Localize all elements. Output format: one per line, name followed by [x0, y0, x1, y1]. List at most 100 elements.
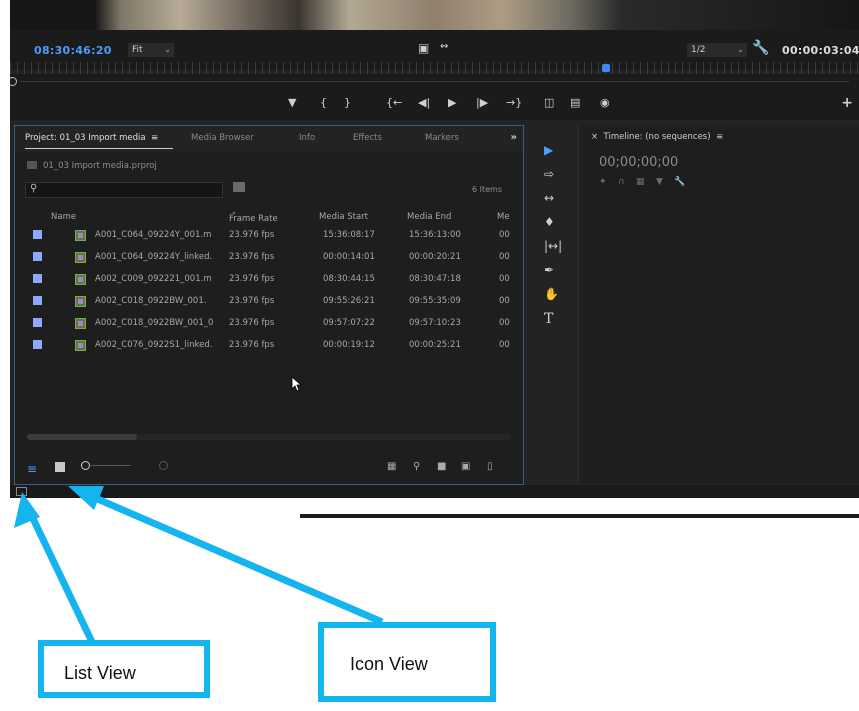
clip-name: A002_C018_0922BW_001. [95, 296, 207, 306]
hand-tool-icon[interactable]: ✋ [544, 287, 559, 301]
razor-tool-icon[interactable]: ♦ [544, 215, 555, 229]
add-marker-icon[interactable]: ▼ [656, 177, 663, 187]
status-bar [10, 485, 859, 498]
transport-controls [10, 88, 859, 120]
timeline-timecode[interactable]: 00;00;00;00 [599, 155, 678, 170]
icon-view-icon[interactable] [55, 462, 65, 472]
timeline-title[interactable]: × Timeline: (no sequences) ≡ [591, 132, 723, 142]
overwrite-icon[interactable]: ▤ [570, 97, 580, 109]
folder-icon [27, 161, 37, 169]
column-header-name[interactable]: Name [51, 212, 76, 222]
find-icon[interactable]: ⚲ [413, 461, 420, 472]
clip-media-end: 09:55:35:09 [409, 296, 461, 306]
clip-media-start: 15:36:08:17 [323, 230, 375, 240]
chevron-down-icon: ⌄ [737, 45, 744, 54]
tab-markers[interactable]: Markers [425, 133, 459, 143]
freeform-view-icon[interactable] [159, 461, 168, 470]
clip-media-start: 09:55:26:21 [323, 296, 375, 306]
slip-tool-icon[interactable]: |↔| [544, 239, 562, 253]
items-count: 6 Items [472, 185, 503, 194]
clip-name: A002_C018_0922BW_001_0 [95, 318, 214, 328]
horizontal-scrollbar-thumb[interactable] [27, 434, 137, 440]
snap-icon[interactable]: ∩ [618, 177, 625, 187]
table-row[interactable]: A002_C009_092221_001.m 23.976 fps 08:30:… [15, 270, 523, 288]
tab-effects[interactable]: Effects [353, 133, 382, 143]
mark-in-icon[interactable]: { [320, 97, 327, 109]
table-row[interactable]: A002_C076_0922S1_linked. 23.976 fps 00:0… [15, 336, 523, 354]
zoom-level-label: Fit [132, 45, 143, 55]
label-color-swatch[interactable] [33, 252, 42, 261]
column-header-extra[interactable]: Me [497, 212, 510, 222]
step-back-icon[interactable]: ◀| [418, 97, 430, 109]
clip-icon [75, 318, 86, 329]
clip-icon [75, 274, 86, 285]
play-icon[interactable]: ▶ [448, 97, 456, 109]
search-input[interactable]: ⚲ [25, 182, 223, 198]
clip-media-end: 00:00:20:21 [409, 252, 461, 262]
clip-extra: 00 [499, 230, 510, 240]
project-panel: Project: 01_03 Import media ≡ Media Brow… [14, 125, 524, 485]
table-row[interactable]: A001_C064_09224Y_linked. 23.976 fps 00:0… [15, 248, 523, 266]
playhead-marker[interactable] [602, 64, 610, 72]
column-header-row: Name Frame Rate ˄ Media Start Media End … [15, 210, 523, 224]
trash-icon[interactable]: ▯ [487, 461, 493, 472]
zoom-level-dropdown[interactable]: Fit ⌄ [128, 43, 174, 57]
clip-extra: 00 [499, 296, 510, 306]
wrench-icon[interactable]: 🔧 [674, 177, 685, 187]
go-to-out-icon[interactable]: →} [506, 97, 522, 109]
list-view-icon[interactable]: ≡ [27, 462, 37, 476]
table-row[interactable]: A002_C018_0922BW_001. 23.976 fps 09:55:2… [15, 292, 523, 310]
selection-tool-icon[interactable]: ▶ [544, 143, 553, 157]
wrench-icon[interactable]: 🔧 [752, 40, 769, 56]
fit-width-icon[interactable]: ↭ [440, 41, 448, 52]
icon-view-callout: Icon View [318, 622, 496, 702]
plus-icon[interactable]: + [841, 95, 853, 111]
label-color-swatch[interactable] [33, 318, 42, 327]
track-select-tool-icon[interactable]: ⇨ [544, 167, 554, 181]
marker-icon[interactable]: ▣ [418, 41, 429, 55]
new-bin-icon[interactable]: ■ [437, 461, 446, 472]
type-tool-icon[interactable]: T [544, 311, 553, 327]
label-color-swatch[interactable] [33, 340, 42, 349]
more-tabs-icon[interactable]: » [511, 132, 517, 143]
go-to-in-icon[interactable]: {← [386, 97, 402, 109]
camera-icon[interactable]: ◉ [600, 97, 610, 109]
zoom-slider-track[interactable] [91, 465, 131, 466]
insert-icon[interactable]: ◫ [544, 97, 554, 109]
window-bottom-edge [300, 514, 859, 518]
pen-tool-icon[interactable]: ✒ [544, 263, 554, 277]
table-row[interactable]: A002_C018_0922BW_001_0 23.976 fps 09:57:… [15, 314, 523, 332]
clip-media-end: 00:00:25:21 [409, 340, 461, 350]
time-ruler[interactable] [10, 62, 859, 74]
step-forward-icon[interactable]: |▶ [476, 97, 488, 109]
new-bin-from-search-icon[interactable] [233, 182, 245, 192]
new-item-icon[interactable]: ▣ [461, 461, 470, 472]
nest-icon[interactable]: ✦ [599, 177, 607, 187]
column-header-media-start[interactable]: Media Start [319, 212, 368, 222]
label-color-swatch[interactable] [33, 274, 42, 283]
mark-out-icon[interactable]: } [344, 97, 351, 109]
tab-project[interactable]: Project: 01_03 Import media ≡ [25, 133, 158, 143]
column-header-media-end[interactable]: Media End [407, 212, 451, 222]
label-color-swatch[interactable] [33, 230, 42, 239]
playhead-timecode[interactable]: 08:30:46:20 [34, 44, 112, 57]
resolution-dropdown[interactable]: 1/2 ⌄ [687, 43, 747, 57]
zoom-slider-handle[interactable] [81, 461, 90, 470]
timeline-toolbar: ✦ ∩ ▦ ▼ 🔧 [599, 177, 686, 187]
column-header-frame-rate[interactable]: Frame Rate ˄ [229, 212, 278, 224]
label-color-swatch[interactable] [33, 296, 42, 305]
tab-info[interactable]: Info [299, 133, 315, 143]
linked-selection-icon[interactable]: ▦ [636, 177, 645, 187]
clip-frame-rate: 23.976 fps [229, 252, 275, 262]
clip-icon [75, 252, 86, 263]
status-icon[interactable] [16, 487, 27, 496]
ripple-edit-tool-icon[interactable]: ↔ [544, 191, 554, 205]
clip-media-start: 08:30:44:15 [323, 274, 375, 284]
tab-media-browser[interactable]: Media Browser [191, 133, 254, 143]
clip-extra: 00 [499, 252, 510, 262]
chevron-down-icon: ⌄ [164, 45, 171, 54]
automate-sequence-icon[interactable]: ▦ [387, 461, 396, 472]
add-marker-icon[interactable]: ▼ [288, 97, 296, 109]
clip-frame-rate: 23.976 fps [229, 340, 275, 350]
table-row[interactable]: A001_C064_09224Y_001.m 23.976 fps 15:36:… [15, 226, 523, 244]
